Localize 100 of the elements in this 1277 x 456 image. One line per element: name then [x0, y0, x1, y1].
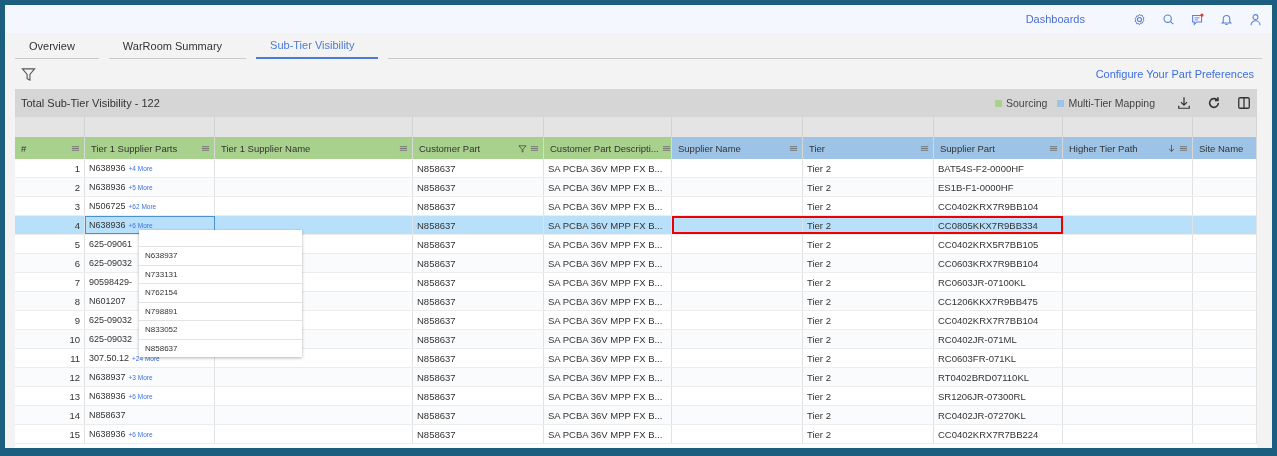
table-cell: 625-09061: [89, 239, 133, 249]
menu-icon[interactable]: [661, 143, 671, 153]
column-header[interactable]: #: [15, 137, 85, 159]
column-header[interactable]: Customer Part: [413, 137, 544, 159]
table-cell: N638936: [89, 391, 126, 401]
search-icon[interactable]: [1162, 12, 1175, 26]
menu-icon[interactable]: [789, 143, 798, 153]
table-cell: SA PCBA 36V MPP FX B...: [548, 181, 663, 193]
table-cell: SA PCBA 36V MPP FX B...: [548, 390, 663, 402]
row-number: 6: [74, 257, 80, 269]
table-cell: Tier 2: [807, 238, 831, 250]
user-icon[interactable]: [1249, 12, 1262, 26]
table-cell: RC0402JR-071ML: [938, 333, 1017, 345]
table-cell: ES1B-F1-0000HF: [938, 181, 1014, 193]
row-number: 3: [74, 200, 80, 212]
table-cell: SA PCBA 36V MPP FX B...: [548, 314, 663, 326]
row-number: 10: [69, 333, 80, 345]
table-cell: N638936: [89, 429, 126, 439]
menu-icon[interactable]: [920, 143, 929, 153]
popup-item[interactable]: N798891: [139, 301, 302, 320]
menu-icon[interactable]: [71, 143, 80, 153]
table-cell: SA PCBA 36V MPP FX B...: [548, 257, 663, 269]
columns-icon[interactable]: [1237, 96, 1251, 110]
row-number: 2: [74, 181, 80, 193]
legend-label: Multi-Tier Mapping: [1068, 97, 1155, 109]
table-cell: CC0402KRX7R9BB104: [938, 200, 1039, 212]
table-cell: SA PCBA 36V MPP FX B...: [548, 428, 663, 440]
table-title: Total Sub-Tier Visibility - 122: [21, 97, 160, 109]
legend-label: Sourcing: [1006, 97, 1048, 109]
refresh-icon[interactable]: [1207, 96, 1221, 110]
table-cell: CC0402KRX5R7BB105: [938, 238, 1039, 250]
table-cell: N858637: [417, 276, 456, 288]
menu-icon[interactable]: [1179, 143, 1188, 153]
table-cell: N858637: [417, 333, 456, 345]
table-cell: SA PCBA 36V MPP FX B...: [548, 295, 663, 307]
preferences-link[interactable]: Configure Your Part Preferences: [1095, 68, 1254, 80]
row-number: 11: [70, 352, 80, 364]
table-cell: Tier 2: [807, 428, 831, 440]
filter-icon[interactable]: [518, 143, 527, 153]
popup-item[interactable]: N858637: [139, 338, 302, 357]
column-header[interactable]: Tier: [803, 137, 934, 159]
row-number: 12: [69, 371, 80, 383]
table-cell: CC0402KRX7R7BB104: [938, 314, 1039, 326]
table-cell: Tier 2: [807, 333, 831, 345]
dashboards-link[interactable]: Dashboards: [1025, 13, 1085, 25]
row-number: 7: [74, 276, 80, 288]
bell-icon[interactable]: [1220, 12, 1233, 26]
table-cell: 625-09032: [89, 258, 133, 268]
tab[interactable]: WarRoom Summary: [108, 40, 247, 59]
table-cell: 90598429-: [89, 277, 133, 287]
table-cell: BAT54S-F2-0000HF: [938, 162, 1024, 174]
column-header[interactable]: Tier 1 Supplier Name: [215, 137, 413, 159]
table-cell: SA PCBA 36V MPP FX B...: [548, 276, 663, 288]
table-cell: Tier 2: [807, 276, 831, 288]
filter-icon[interactable]: [21, 66, 36, 82]
table-cell: Tier 2: [807, 200, 831, 212]
table-cell: RC0402JR-07270KL: [938, 409, 1026, 421]
column-header[interactable]: Supplier Part: [934, 137, 1063, 159]
popup-item[interactable]: N833052: [139, 320, 302, 339]
table-cell: N858637: [417, 219, 456, 231]
sort-down-icon[interactable]: [1167, 143, 1176, 153]
table-cell: 625-09032: [89, 334, 133, 344]
menu-icon[interactable]: [530, 143, 539, 153]
table-cell: Tier 2: [807, 181, 831, 193]
row-number: 14: [69, 409, 80, 421]
column-header[interactable]: Site Name: [1193, 137, 1257, 159]
table-cell: N858637: [89, 410, 126, 420]
column-header[interactable]: Customer Part Descripti...: [544, 137, 672, 159]
popup-item[interactable]: N638937: [139, 246, 302, 265]
chat-icon[interactable]: [1191, 12, 1204, 26]
table-cell: N638936: [89, 220, 126, 230]
tab[interactable]: Sub-Tier Visibility: [256, 39, 379, 59]
download-icon[interactable]: [1177, 96, 1191, 110]
row-number: 5: [74, 238, 80, 250]
table-cell: N601207: [89, 296, 126, 306]
popup-item[interactable]: N733131: [139, 264, 302, 283]
column-header[interactable]: Higher Tier Path: [1063, 137, 1193, 159]
table-cell: CC0603KRX7R9BB104: [938, 257, 1039, 269]
table-cell: N638936: [89, 182, 126, 192]
table-cell: Tier 2: [807, 409, 831, 421]
table-cell: N858637: [417, 409, 456, 421]
menu-icon[interactable]: [201, 143, 210, 153]
table-cell: N858637: [417, 257, 456, 269]
table-cell: 625-09032: [89, 315, 133, 325]
table-cell: SA PCBA 36V MPP FX B...: [548, 219, 663, 231]
menu-icon[interactable]: [1049, 143, 1058, 153]
settings-icon[interactable]: [1133, 12, 1146, 26]
table-cell: Tier 2: [807, 219, 831, 231]
table-cell: N858637: [417, 181, 456, 193]
table-cell: Tier 2: [807, 314, 831, 326]
menu-icon[interactable]: [399, 143, 408, 153]
column-header[interactable]: Tier 1 Supplier Parts: [85, 137, 215, 159]
popup-item[interactable]: N762154: [139, 283, 302, 302]
column-header[interactable]: Supplier Name: [672, 137, 803, 159]
table-cell: 307.50.12: [89, 353, 130, 363]
tab[interactable]: Overview: [15, 40, 99, 59]
table-cell: CC1206KKX7R9BB475: [938, 295, 1038, 307]
table-cell: RT0402BRD07110KL: [938, 371, 1029, 383]
table-cell: RC0603FR-071KL: [938, 352, 1017, 364]
row-number: 1: [74, 162, 80, 174]
